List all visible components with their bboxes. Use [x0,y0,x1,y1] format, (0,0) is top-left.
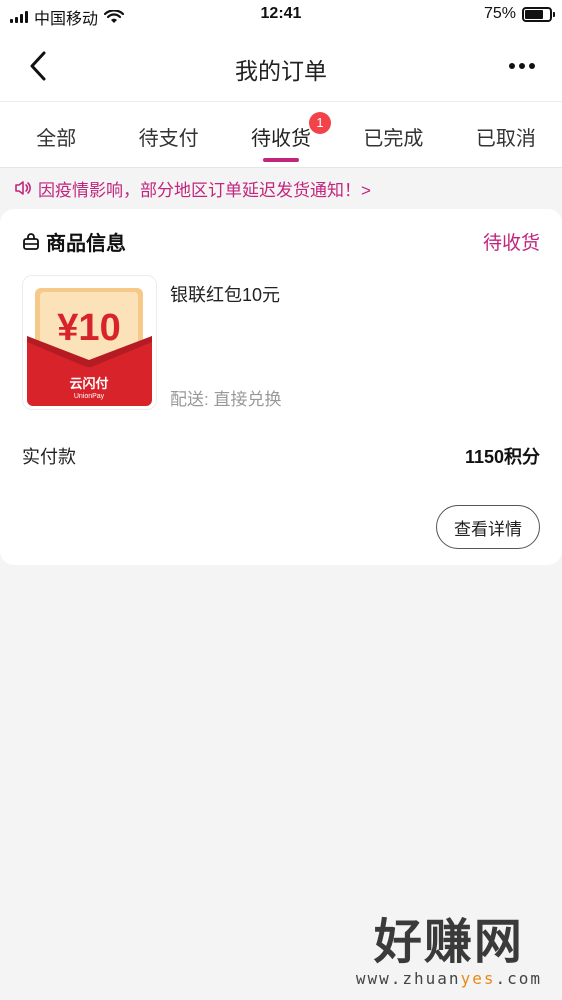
more-dots-icon [509,63,515,69]
tab-label: 待收货 [251,128,312,150]
status-time: 12:41 [260,5,302,22]
tab-label: 待支付 [138,128,199,150]
notice-banner[interactable]: 因疫情影响，部分地区订单延迟发货通知！> [0,168,562,208]
paid-value: 1150积分 [464,447,540,467]
watermark-url: www.zhuanyes.com [355,969,542,988]
speaker-icon [15,181,31,195]
more-button[interactable] [502,50,542,82]
watermark-main: 好赚网 [373,916,524,969]
page-title: 我的订单 [235,58,327,84]
tab-pending-payment[interactable]: 待支付 [112,102,224,167]
delivery-method: 配送: 直接兑换 [170,390,282,409]
product-name[interactable]: 银联红包10元 [170,281,280,307]
watermark-logo: 好赚网 www.zhuanyes.com [355,916,542,989]
battery-icon [522,6,555,22]
status-right: 75% [483,5,555,23]
order-card: 商品信息 待收货 ¥10 云闪付 UnionPay 银联红包10元 配送: 直接… [0,209,562,565]
view-details-button[interactable]: 查看详情 [436,505,540,549]
paid-label: 实付款 [22,447,76,467]
tab-label: 已完成 [363,128,424,150]
thumb-brand: 云闪付 [69,376,108,392]
nav-bar: 我的订单 [0,30,562,102]
order-status: 待收货 [482,233,540,254]
order-card-header: 商品信息 待收货 [22,227,540,256]
tab-label: 全部 [36,128,77,150]
tab-completed[interactable]: 已完成 [337,102,449,167]
thumb-brand-en: UnionPay [74,393,105,400]
notice-text: 因疫情影响，部分地区订单延迟发货通知！> [38,180,371,200]
thumb-amount: ¥10 [57,307,120,349]
red-envelope-image: ¥10 云闪付 UnionPay [23,276,156,409]
product-image[interactable]: ¥10 云闪付 UnionPay [22,275,157,410]
order-tabs: 全部 待支付 待收货 1 已完成 已取消 [0,102,562,168]
tab-badge: 1 [309,112,332,134]
tab-cancelled[interactable]: 已取消 [450,102,562,167]
payment-row: 实付款 1150积分 [22,443,540,469]
status-bar: 中国移动 12:41 75% [0,0,562,30]
tab-label: 已取消 [475,128,536,150]
battery-percent: 75% [483,5,516,22]
section-title: 商品信息 [46,233,126,255]
active-tab-indicator [263,158,300,162]
shopping-bag-icon [23,232,39,250]
tab-all[interactable]: 全部 [0,102,112,167]
tab-pending-receipt[interactable]: 待收货 1 [225,102,337,167]
